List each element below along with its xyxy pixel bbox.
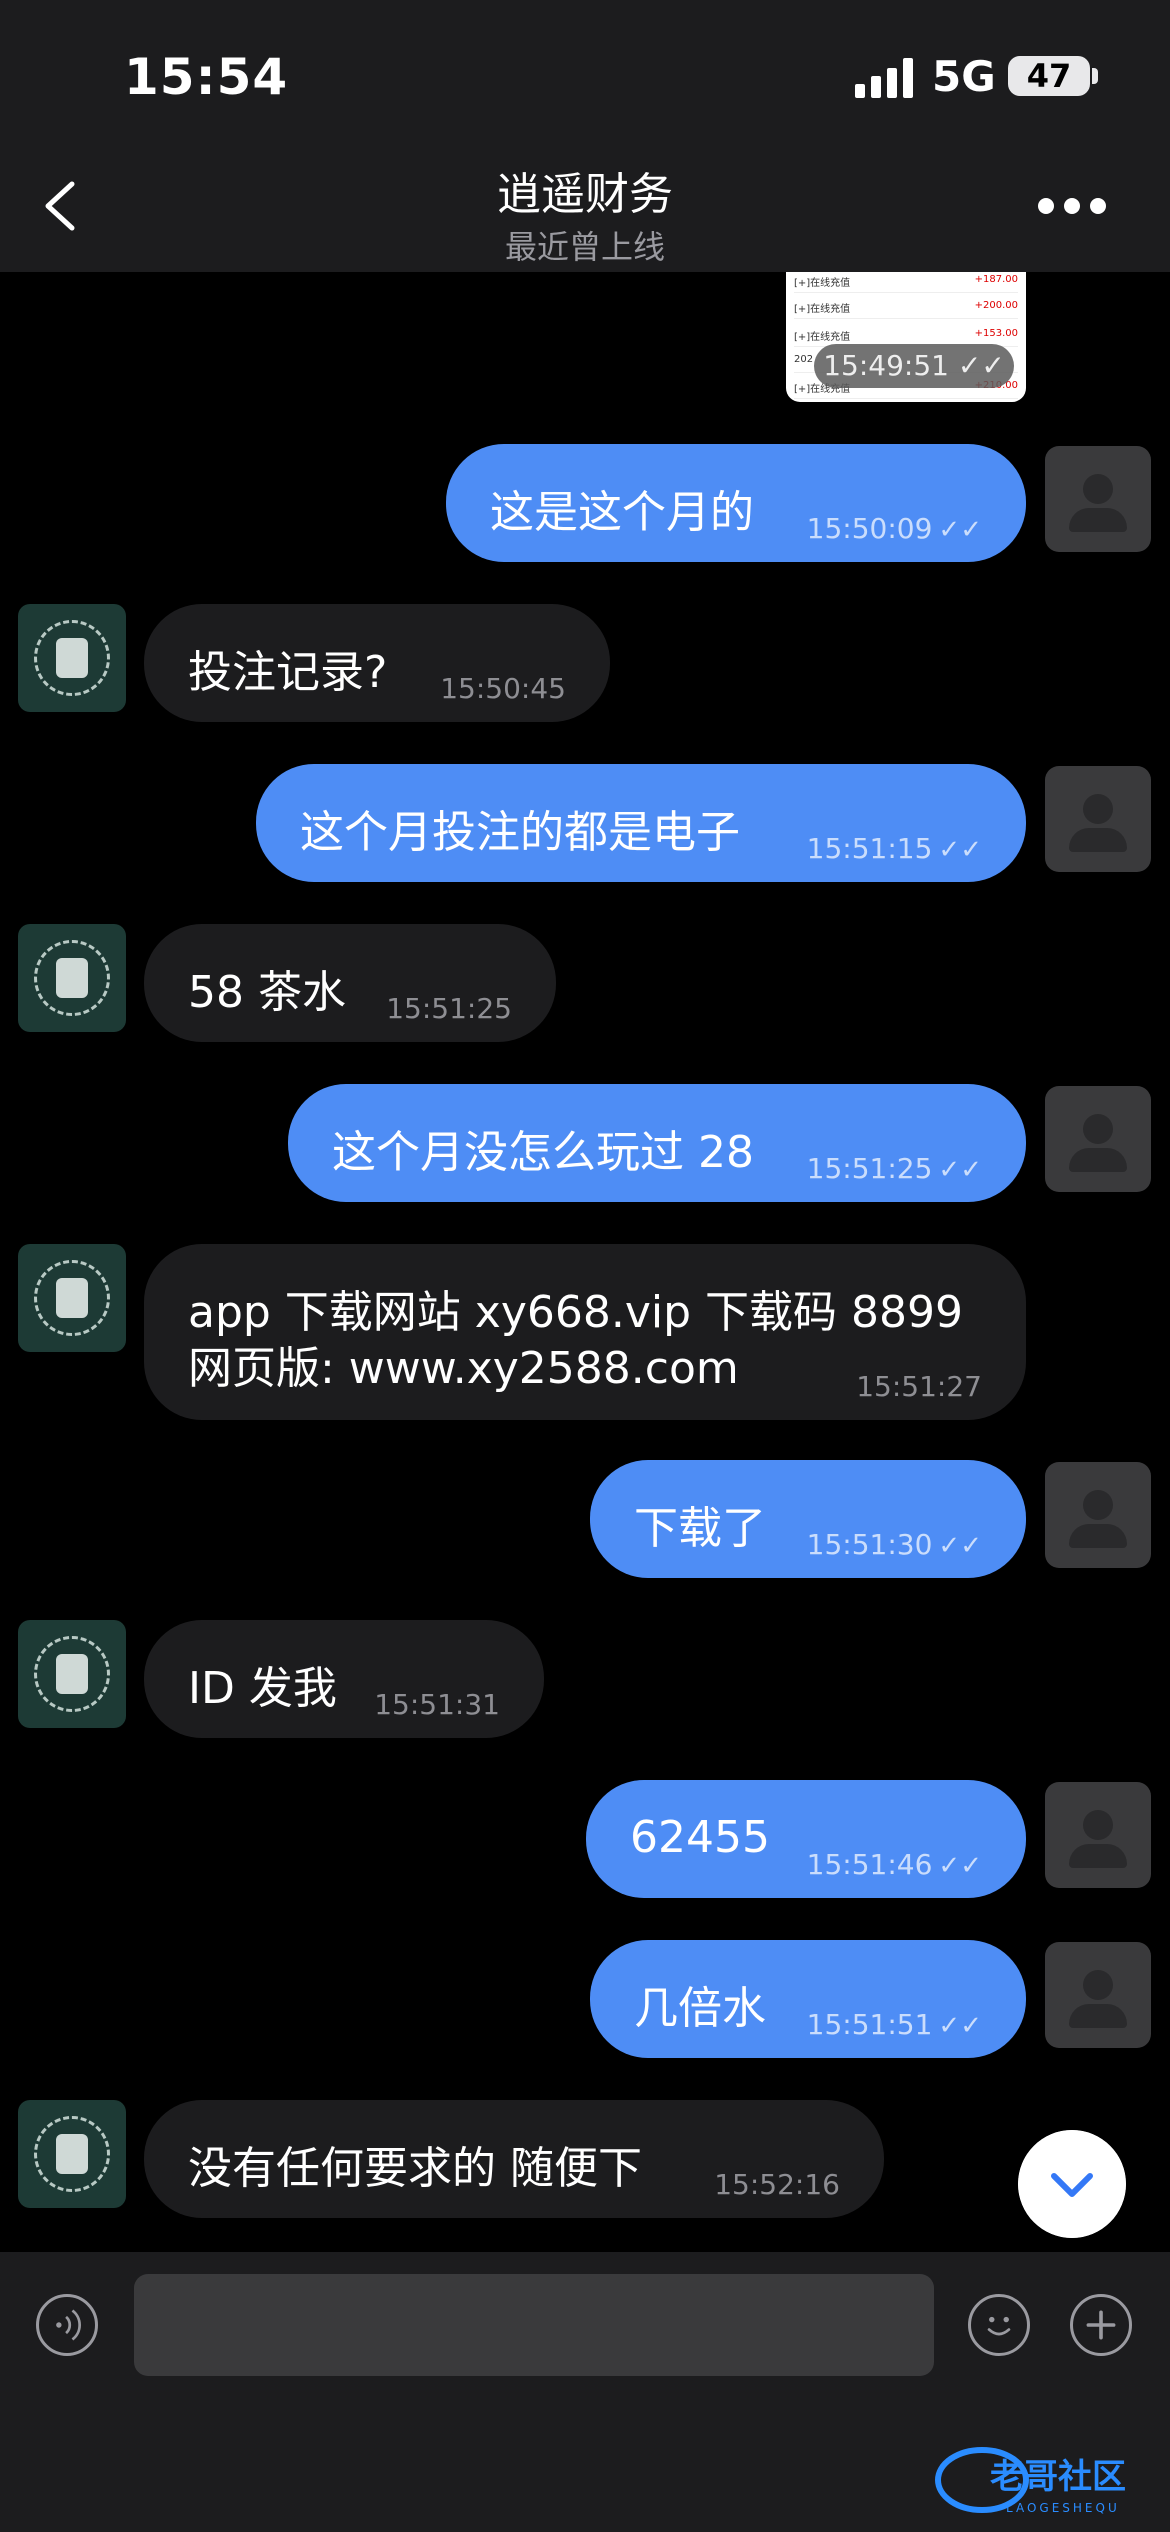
message-time: 15:50:45 — [440, 672, 566, 705]
avatar[interactable] — [1045, 1942, 1151, 2048]
chat-title[interactable]: 逍遥财务 — [0, 158, 1170, 222]
message-time: 15:51:27 — [856, 1370, 982, 1403]
message-text: 投注记录? — [188, 647, 388, 698]
avatar[interactable] — [1045, 446, 1151, 552]
message-bubble-incoming[interactable]: 58 茶水 15:51:25 — [144, 924, 556, 1042]
message-time: 15:51:25 — [386, 992, 512, 1025]
network-label: 5G — [932, 52, 996, 101]
message-time: 15:51:25 ✓✓ — [806, 1152, 982, 1185]
more-icon[interactable] — [1038, 198, 1118, 214]
message-bubble-outgoing[interactable]: 下载了 15:51:30 ✓✓ — [590, 1460, 1026, 1578]
signal-icon — [855, 58, 913, 98]
message-bubble-outgoing[interactable]: 这是这个月的 15:50:09 ✓✓ — [446, 444, 1026, 562]
read-ticks-icon: ✓✓ — [938, 2011, 982, 2041]
watermark-logo: 老哥社区 LAOGESHEQU — [935, 2447, 1126, 2515]
avatar[interactable] — [1045, 766, 1151, 872]
read-ticks-icon: ✓✓ — [938, 515, 982, 545]
avatar[interactable] — [1045, 1086, 1151, 1192]
avatar[interactable] — [1045, 1782, 1151, 1888]
image-row: [+]在线充值 +200.00 — [794, 300, 1018, 319]
read-ticks-icon: ✓✓ — [938, 1531, 982, 1561]
message-bubble-outgoing[interactable]: 这个月投注的都是电子 15:51:15 ✓✓ — [256, 764, 1026, 882]
read-ticks-icon: ✓✓ — [938, 835, 982, 865]
avatar[interactable] — [18, 1244, 126, 1352]
message-text-line-2: 网页版: www.xy2588.com — [188, 1343, 739, 1394]
message-time: 15:52:16 — [714, 2168, 840, 2201]
message-text: 下载了 — [634, 1503, 766, 1554]
message-bubble-outgoing[interactable]: 62455 15:51:46 ✓✓ — [586, 1780, 1026, 1898]
chat-subtitle: 最近曾上线 — [504, 228, 665, 266]
message-bubble-incoming[interactable]: 没有任何要求的 随便下 15:52:16 — [144, 2100, 884, 2218]
message-text: ID 发我 — [188, 1663, 337, 1714]
message-time: 15:51:51 ✓✓ — [806, 2008, 982, 2041]
emoji-icon[interactable] — [968, 2294, 1030, 2356]
plus-icon[interactable] — [1070, 2294, 1132, 2356]
message-bubble-outgoing[interactable]: 几倍水 15:51:51 ✓✓ — [590, 1940, 1026, 2058]
message-text: 几倍水 — [634, 1983, 766, 2034]
battery-icon: 47 — [1008, 56, 1090, 96]
message-text: 58 茶水 — [188, 967, 346, 1018]
read-ticks-icon: ✓✓ — [938, 1851, 982, 1881]
message-time: 15:51:15 ✓✓ — [806, 832, 982, 865]
message-input[interactable] — [134, 2274, 934, 2376]
message-bubble-incoming[interactable]: ID 发我 15:51:31 — [144, 1620, 544, 1738]
voice-icon[interactable] — [36, 2294, 98, 2356]
watermark-text: 老哥社区 — [990, 2457, 1126, 2497]
message-time: 15:51:30 ✓✓ — [806, 1528, 982, 1561]
message-text: app 下载网站 xy668.vip 下载码 8899 — [188, 1287, 963, 1338]
message-text: 这个月没怎么玩过 28 — [332, 1127, 754, 1178]
message-text: 这是这个月的 — [490, 487, 754, 538]
avatar[interactable] — [18, 604, 126, 712]
watermark-subtext: LAOGESHEQU — [1006, 2501, 1120, 2515]
message-text: 没有任何要求的 随便下 — [188, 2143, 642, 2194]
message-time: 15:50:09 ✓✓ — [806, 512, 982, 545]
message-time: 15:51:31 — [374, 1688, 500, 1721]
message-bubble-incoming[interactable]: app 下载网站 xy668.vip 下载码 8899 网页版: www.xy2… — [144, 1244, 1026, 1420]
status-time: 15:54 — [124, 48, 289, 106]
read-ticks-icon: ✓✓ — [938, 1155, 982, 1185]
message-text: 这个月投注的都是电子 — [300, 807, 740, 858]
avatar[interactable] — [1045, 1462, 1151, 1568]
image-timestamp: 15:49:51 ✓✓ — [814, 344, 1014, 388]
message-time: 15:51:46 ✓✓ — [806, 1848, 982, 1881]
image-row: [+]在线充值 +187.00 — [794, 274, 1018, 293]
message-bubble-incoming[interactable]: 投注记录? 15:50:45 — [144, 604, 610, 722]
avatar[interactable] — [18, 924, 126, 1032]
battery-cap — [1092, 68, 1098, 84]
message-text: 62455 — [630, 1812, 770, 1863]
avatar[interactable] — [18, 2100, 126, 2208]
scroll-down-button[interactable] — [1018, 2130, 1126, 2238]
message-bubble-outgoing[interactable]: 这个月没怎么玩过 28 15:51:25 ✓✓ — [288, 1084, 1026, 1202]
avatar[interactable] — [18, 1620, 126, 1728]
